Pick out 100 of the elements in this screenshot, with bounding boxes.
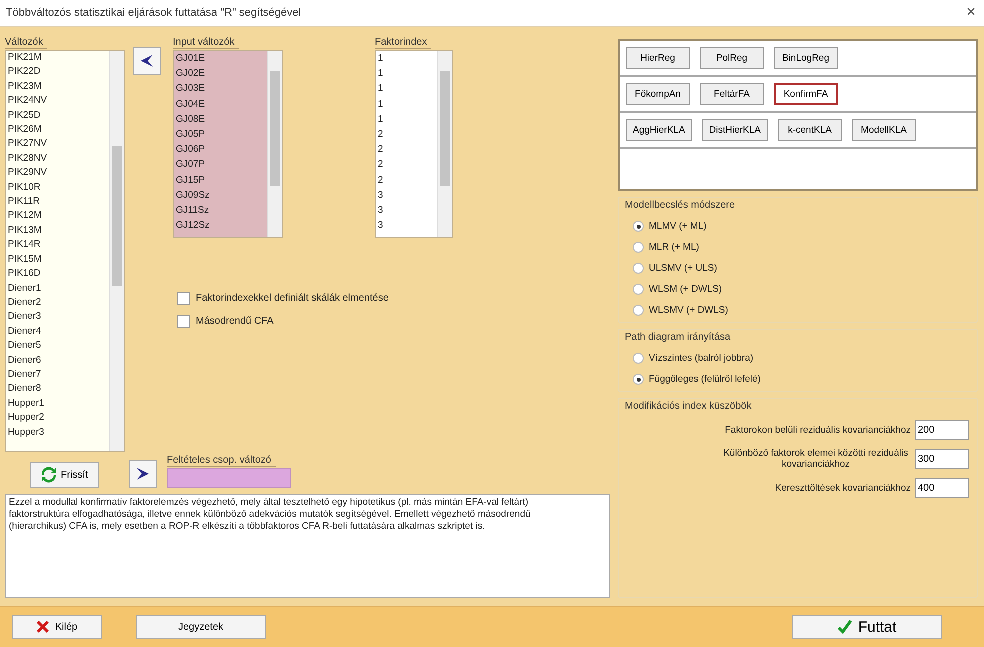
list-item[interactable]: 2 bbox=[378, 157, 437, 173]
add-button[interactable] bbox=[129, 460, 157, 488]
list-item[interactable]: GJ08E bbox=[176, 112, 267, 128]
list-item[interactable]: PIK27NV bbox=[8, 137, 109, 152]
threshold-field[interactable]: 200 bbox=[915, 420, 969, 440]
refresh-icon bbox=[41, 467, 57, 483]
list-item[interactable]: 3 bbox=[378, 218, 437, 234]
group-variable-field[interactable] bbox=[167, 468, 291, 488]
list-item[interactable]: GJ04E bbox=[176, 96, 267, 112]
scrollbar[interactable] bbox=[267, 51, 282, 237]
module-button[interactable]: PolReg bbox=[700, 47, 764, 69]
radio-label: ULSMV (+ ULS) bbox=[649, 263, 718, 274]
checkmark-icon bbox=[837, 619, 854, 635]
list-item[interactable]: 1 bbox=[378, 96, 437, 112]
close-button[interactable]: × bbox=[964, 5, 978, 21]
radio-label: Vízszintes (balról jobbra) bbox=[649, 353, 754, 364]
list-item[interactable]: Diener2 bbox=[8, 296, 109, 310]
radio-label: MLR (+ ML) bbox=[649, 242, 700, 253]
radio-button[interactable] bbox=[633, 353, 644, 364]
list-item[interactable]: PIK26M bbox=[8, 123, 109, 138]
radio-button[interactable] bbox=[633, 242, 644, 253]
module-button[interactable]: KonfirmFA bbox=[774, 83, 838, 105]
checkbox[interactable] bbox=[177, 315, 190, 328]
radio-label: Függőleges (felülről lefelé) bbox=[649, 374, 761, 385]
radio-button[interactable] bbox=[633, 284, 644, 295]
list-item[interactable]: GJ07P bbox=[176, 157, 267, 173]
notes-button[interactable]: Jegyzetek bbox=[136, 615, 266, 639]
list-item[interactable]: 1 bbox=[378, 66, 437, 82]
list-item[interactable]: 1 bbox=[378, 112, 437, 128]
remove-button[interactable] bbox=[133, 47, 161, 75]
run-button[interactable]: Futtat bbox=[792, 615, 942, 639]
threshold-field[interactable]: 300 bbox=[915, 449, 969, 469]
radio-button[interactable] bbox=[633, 305, 644, 316]
list-item[interactable]: PIK11R bbox=[8, 195, 109, 210]
list-item[interactable]: GJ12Sz bbox=[176, 218, 267, 234]
list-item[interactable]: GJ05P bbox=[176, 127, 267, 142]
list-item[interactable]: Diener7 bbox=[8, 368, 109, 382]
list-item[interactable]: PIK25D bbox=[8, 108, 109, 124]
module-button[interactable]: FeltárFA bbox=[700, 83, 764, 105]
list-item[interactable]: PIK21M bbox=[8, 51, 109, 66]
list-item[interactable]: PIK13M bbox=[8, 224, 109, 238]
list-item[interactable]: Diener3 bbox=[8, 310, 109, 325]
list-label: Változók bbox=[5, 37, 48, 49]
list-item[interactable]: PIK28NV bbox=[8, 152, 109, 166]
list-item[interactable]: PIK23M bbox=[8, 80, 109, 94]
scrollbar[interactable] bbox=[437, 51, 452, 237]
list-item[interactable]: 3 bbox=[378, 188, 437, 204]
module-button[interactable]: DistHierKLA bbox=[702, 119, 768, 141]
exit-button[interactable]: Kilép bbox=[12, 615, 102, 639]
module-button[interactable]: BinLogReg bbox=[774, 47, 838, 69]
radio-label: WLSMV (+ DWLS) bbox=[649, 305, 728, 316]
list-item[interactable]: Diener1 bbox=[8, 282, 109, 296]
list-item[interactable]: Hupper1 bbox=[8, 396, 109, 412]
list-item[interactable]: PIK12M bbox=[8, 209, 109, 224]
list-item[interactable]: GJ06P bbox=[176, 142, 267, 158]
radio-button[interactable] bbox=[633, 221, 644, 232]
list-item[interactable]: Diener4 bbox=[8, 324, 109, 340]
radio-button[interactable] bbox=[633, 263, 644, 274]
module-button[interactable]: FőkompAn bbox=[626, 83, 690, 105]
list-item[interactable]: GJ03E bbox=[176, 81, 267, 97]
list-item[interactable]: 1 bbox=[378, 51, 437, 66]
checkbox[interactable] bbox=[177, 292, 190, 305]
field-label: Feltételes csop. változó bbox=[167, 455, 276, 467]
list-item[interactable]: 2 bbox=[378, 127, 437, 142]
list-item[interactable]: PIK14R bbox=[8, 238, 109, 253]
list-item[interactable]: PIK22D bbox=[8, 65, 109, 80]
list-item[interactable]: 3 bbox=[378, 203, 437, 218]
group-title: Path diagram irányítása bbox=[625, 332, 732, 343]
list-item[interactable]: Diener8 bbox=[8, 382, 109, 397]
list-item[interactable]: PIK10R bbox=[8, 180, 109, 196]
field-label: Kereszttöltések kovarianciákhoz bbox=[775, 482, 911, 494]
list-item[interactable]: GJ15P bbox=[176, 172, 267, 188]
module-button[interactable]: k-centKLA bbox=[778, 119, 842, 141]
list-item[interactable]: PIK15M bbox=[8, 252, 109, 268]
input-variables-list[interactable]: GJ01E GJ02E GJ03E GJ04E GJ08E GJ05P GJ06P GJ07P GJ15P GJ09Sz GJ11Sz GJ12Sz bbox=[173, 50, 283, 238]
list-item[interactable]: PIK16D bbox=[8, 267, 109, 282]
list-item[interactable]: 2 bbox=[378, 142, 437, 158]
list-item[interactable]: 2 bbox=[378, 172, 437, 188]
list-item[interactable]: Diener6 bbox=[8, 354, 109, 368]
list-label: Input változók bbox=[173, 37, 239, 49]
list-item[interactable]: Hupper2 bbox=[8, 411, 109, 426]
scrollbar[interactable] bbox=[109, 51, 124, 451]
refresh-button[interactable]: Frissít bbox=[30, 462, 100, 488]
list-item[interactable]: PIK29NV bbox=[8, 166, 109, 181]
checkbox-label: Másodrendű CFA bbox=[196, 316, 274, 327]
module-button[interactable]: HierReg bbox=[626, 47, 690, 69]
factor-index-list[interactable]: 1 1 1 1 1 2 2 2 2 3 3 3 bbox=[375, 50, 453, 238]
threshold-field[interactable]: 400 bbox=[915, 478, 969, 498]
list-item[interactable]: GJ02E bbox=[176, 66, 267, 82]
list-item[interactable]: PIK24NV bbox=[8, 94, 109, 109]
list-item[interactable]: Diener5 bbox=[8, 339, 109, 354]
module-button[interactable]: AggHierKLA bbox=[626, 119, 692, 141]
module-button[interactable]: ModellKLA bbox=[852, 119, 916, 141]
list-item[interactable]: GJ11Sz bbox=[176, 203, 267, 218]
list-item[interactable]: 1 bbox=[378, 81, 437, 97]
list-item[interactable]: Hupper3 bbox=[8, 426, 109, 440]
list-item[interactable]: GJ09Sz bbox=[176, 188, 267, 204]
list-item[interactable]: GJ01E bbox=[176, 51, 267, 66]
variables-list[interactable] bbox=[5, 50, 125, 452]
radio-button[interactable] bbox=[633, 374, 644, 385]
